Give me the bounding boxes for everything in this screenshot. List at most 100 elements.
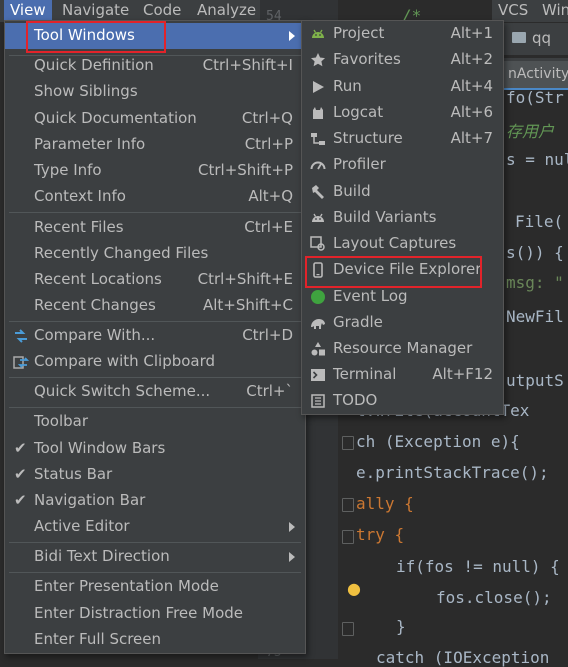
menu-item-layout-captures[interactable]: Layout Captures <box>302 231 503 257</box>
terminal-icon <box>311 369 325 381</box>
tab-label: nActivity <box>508 66 568 82</box>
menu-item-logcat[interactable]: Logcat Alt+6 <box>302 100 503 126</box>
code-line: 存用户 <box>506 122 555 141</box>
menu-item-quick-documentation[interactable]: Quick Documentation Ctrl+Q <box>5 106 305 132</box>
menu-item-recent-locations[interactable]: Recent Locations Ctrl+Shift+E <box>5 267 305 293</box>
chevron-right-icon <box>289 31 295 41</box>
menu-item-build-variants[interactable]: Build Variants <box>302 205 503 231</box>
editor-tab[interactable]: nActivity <box>500 61 568 90</box>
menu-item-quick-definition[interactable]: Quick Definition Ctrl+Shift+I <box>5 53 305 79</box>
menu-item-run[interactable]: Run Alt+4 <box>302 74 503 100</box>
code-line: } <box>396 617 406 636</box>
menu-item-recently-changed-files[interactable]: Recently Changed Files <box>5 241 305 267</box>
separator <box>9 321 301 322</box>
menu-view[interactable]: View <box>4 0 52 22</box>
resource-icon <box>311 342 325 356</box>
menu-item-event-log[interactable]: Event Log <box>302 284 503 310</box>
menu-item-active-editor[interactable]: Active Editor <box>5 514 305 540</box>
gauge-icon <box>310 161 326 170</box>
code-line: utputS <box>506 371 564 390</box>
menu-item-status-bar[interactable]: ✔ Status Bar <box>5 462 305 488</box>
menu-item-bidi-text-direction[interactable]: Bidi Text Direction <box>5 544 305 570</box>
elephant-icon <box>311 319 325 329</box>
menu-item-type-info[interactable]: Type Info Ctrl+Shift+P <box>5 158 305 184</box>
menu-item-presentation-mode[interactable]: Enter Presentation Mode <box>5 574 305 600</box>
menu-item-compare-with[interactable]: Compare With... Ctrl+D <box>5 323 305 349</box>
breadcrumb-item[interactable]: qq <box>532 29 551 47</box>
folder-icon <box>512 32 526 43</box>
menu-item-toolbar[interactable]: Toolbar <box>5 409 305 435</box>
structure-icon <box>311 133 325 145</box>
fold-marker[interactable] <box>342 622 354 636</box>
fold-marker[interactable] <box>342 436 354 450</box>
todo-icon <box>311 394 325 408</box>
menu-item-distraction-free-mode[interactable]: Enter Distraction Free Mode <box>5 601 305 627</box>
menu-item-resource-manager[interactable]: Resource Manager <box>302 336 503 362</box>
checkmark-icon: ✔ <box>14 491 27 509</box>
phone-icon <box>313 262 323 278</box>
menu-item-terminal[interactable]: Terminal Alt+F12 <box>302 362 503 388</box>
code-line: fos.close(); <box>436 588 552 607</box>
menu-item-todo[interactable]: TODO <box>302 388 503 414</box>
code-line: File( <box>515 212 564 231</box>
compare-icon <box>15 329 27 343</box>
menu-bar: View Navigate Code Analyze <box>0 0 260 22</box>
chevron-right-icon <box>289 522 295 532</box>
menu-item-full-screen[interactable]: Enter Full Screen <box>5 627 305 653</box>
menu-item-structure[interactable]: Structure Alt+7 <box>302 126 503 152</box>
chevron-right-icon <box>289 552 295 562</box>
menu-item-tool-window-bars[interactable]: ✔ Tool Window Bars <box>5 436 305 462</box>
menu-item-context-info[interactable]: Context Info Alt+Q <box>5 184 305 210</box>
menu-item-recent-files[interactable]: Recent Files Ctrl+E <box>5 215 305 241</box>
star-icon <box>311 53 325 67</box>
menu-navigate[interactable]: Navigate <box>62 0 129 22</box>
hammer-icon <box>312 185 324 199</box>
menu-item-profiler[interactable]: Profiler <box>302 152 503 178</box>
code-line: s()) { <box>506 243 564 262</box>
fold-marker[interactable] <box>342 530 354 544</box>
checkmark-icon: ✔ <box>14 465 27 483</box>
separator <box>9 212 301 213</box>
event-log-icon <box>311 290 325 304</box>
menu-item-build[interactable]: Build <box>302 179 503 205</box>
code-line: ch (Exception e){ <box>356 432 520 451</box>
code-line: e.printStackTrace(); <box>356 463 549 482</box>
separator <box>9 407 301 408</box>
code-line: msg: " <box>506 273 564 292</box>
menu-window[interactable]: Win <box>542 0 568 22</box>
menu-analyze[interactable]: Analyze <box>197 0 256 22</box>
menu-item-favorites[interactable]: Favorites Alt+2 <box>302 47 503 73</box>
view-menu: Tool Windows Quick Definition Ctrl+Shift… <box>4 20 306 654</box>
fold-marker[interactable] <box>342 498 354 512</box>
menu-item-navigation-bar[interactable]: ✔ Navigation Bar <box>5 488 305 514</box>
code-line: if(fos != null) { <box>396 557 560 576</box>
lightbulb-icon[interactable]: ● <box>347 579 361 598</box>
menu-code[interactable]: Code <box>143 0 181 22</box>
code-line: ally { <box>356 494 414 513</box>
code-line: NewFil <box>506 307 564 326</box>
menu-item-device-file-explorer[interactable]: Device File Explorer <box>302 257 503 283</box>
menu-item-quick-switch-scheme[interactable]: Quick Switch Scheme... Ctrl+` <box>5 379 305 405</box>
android-icon <box>312 213 324 222</box>
android-icon <box>312 29 324 38</box>
menu-item-parameter-info[interactable]: Parameter Info Ctrl+P <box>5 132 305 158</box>
code-line: try { <box>356 525 405 544</box>
menu-item-project[interactable]: Project Alt+1 <box>302 21 503 47</box>
checkmark-icon: ✔ <box>14 439 27 457</box>
menu-item-tool-windows[interactable]: Tool Windows <box>5 23 305 49</box>
code-line: fo(Str <box>506 88 564 107</box>
clipboard-compare-icon <box>13 356 29 369</box>
separator <box>9 572 301 573</box>
separator <box>9 542 301 543</box>
tool-windows-submenu: Project Alt+1 Favorites Alt+2 Run Alt+4 … <box>301 20 504 415</box>
menu-item-gradle[interactable]: Gradle <box>302 310 503 336</box>
play-icon <box>313 81 324 93</box>
logcat-icon <box>313 107 323 119</box>
separator <box>9 377 301 378</box>
menu-item-recent-changes[interactable]: Recent Changes Alt+Shift+C <box>5 293 305 319</box>
menu-vcs[interactable]: VCS <box>498 0 528 22</box>
menu-item-compare-with-clipboard[interactable]: Compare with Clipboard <box>5 349 305 375</box>
code-line: s = nul <box>506 150 568 169</box>
menu-item-show-siblings[interactable]: Show Siblings <box>5 79 305 105</box>
layout-capture-icon <box>310 236 325 251</box>
